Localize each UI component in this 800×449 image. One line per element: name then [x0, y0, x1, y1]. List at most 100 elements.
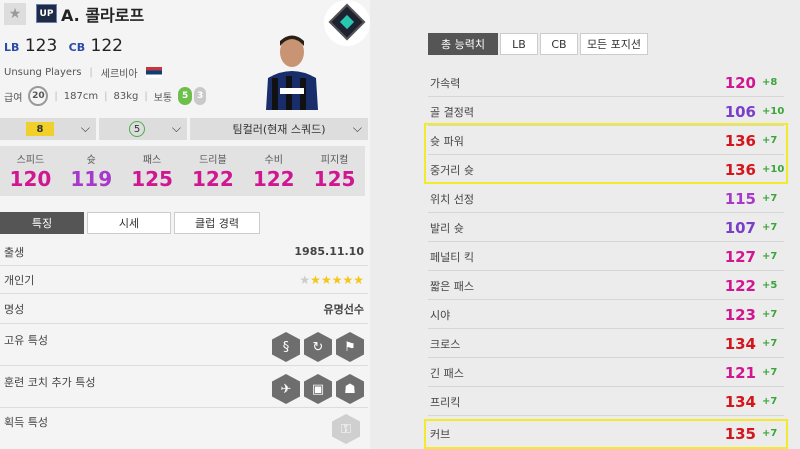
popularity-row: 개인기 ★★★★★★	[0, 266, 368, 294]
stat-row: 위치 선정 115 +7	[428, 185, 784, 213]
chevron-down-icon: ⌵	[80, 121, 90, 135]
stat-row-value: 135	[724, 424, 756, 443]
gem-icon	[328, 3, 366, 41]
stat-row-label: 긴 패스	[430, 366, 464, 380]
stat-row-label: 크로스	[430, 337, 461, 351]
player-name: A. 콜라로프	[61, 6, 145, 25]
player-portrait	[266, 35, 318, 110]
position-ovr: 123	[24, 36, 58, 56]
acquired-traits-row: 획득 특성 ⚿	[0, 408, 368, 448]
stat-row-value: 134	[724, 334, 756, 353]
fame-row: 명성 유명선수	[0, 294, 368, 324]
skill-value: 5	[129, 121, 145, 137]
stat-value: 120	[9, 167, 52, 191]
stat-row: 프리킥 134 +7	[428, 388, 784, 416]
trait-icon[interactable]: ▣	[304, 374, 332, 404]
trait-icon[interactable]: ⚑	[336, 332, 364, 362]
star-icon: ★	[331, 272, 343, 287]
level-value: 8	[26, 122, 54, 136]
birth-label: 출생	[4, 245, 25, 259]
stat-value: 125	[313, 167, 356, 191]
stat-row-bonus: +7	[762, 367, 778, 378]
weight: 83kg	[113, 90, 139, 102]
stat-row-value: 123	[724, 305, 756, 324]
stat-row-bonus: +8	[762, 77, 778, 88]
position-ratings: LB 123 CB 122	[4, 36, 123, 56]
stat-row-label: 짧은 패스	[430, 279, 474, 293]
skill-select[interactable]: 5 ⌵	[99, 118, 187, 140]
position-label: CB	[68, 41, 86, 54]
stat-tabs: 총 능력치 LB CB 모든 포지션	[428, 33, 648, 55]
stat-row-bonus: +7	[762, 309, 778, 320]
unique-traits-row: 고유 특성 § ↻ ⚑	[0, 324, 368, 366]
stat-label: 패스	[142, 155, 162, 166]
coach-traits-row: 훈련 코치 추가 특성 ✈ ▣ ☗	[0, 366, 368, 408]
popularity-label: 개인기	[4, 273, 35, 287]
stat-row-value: 106	[724, 102, 756, 121]
birth-row: 출생 1985.11.10	[0, 238, 368, 266]
tab-lb[interactable]: LB	[500, 33, 538, 55]
stat-row-label: 시야	[430, 308, 451, 322]
stat-row-bonus: +7	[762, 135, 778, 146]
stat-pass: 패스 125	[122, 146, 183, 196]
trait-icon[interactable]: ☗	[336, 374, 364, 404]
level-select[interactable]: 8 ⌵	[0, 118, 96, 140]
favorite-star-icon[interactable]: ★	[4, 3, 26, 25]
stat-row: 시야 123 +7	[428, 301, 784, 329]
height: 187cm	[63, 90, 99, 102]
tab-total-stats[interactable]: 총 능력치	[428, 33, 498, 55]
trait-icon[interactable]: ✈	[272, 374, 300, 404]
stat-row-value: 122	[724, 276, 756, 295]
tab-traits[interactable]: 특징	[0, 212, 84, 234]
stat-row-value: 107	[724, 218, 756, 237]
stat-speed: 스피드 120	[0, 146, 61, 196]
stat-physical: 피지컬 125	[304, 146, 365, 196]
team-name: Unsung Players	[4, 67, 82, 78]
stat-defense: 수비 122	[243, 146, 304, 196]
stat-label: 드리블	[199, 155, 227, 166]
stat-dribble: 드리블 122	[182, 146, 243, 196]
stat-value: 122	[252, 167, 295, 191]
stat-row-bonus: +10	[762, 106, 785, 117]
stat-row-value: 120	[724, 73, 756, 92]
pay-label: 급여	[4, 92, 23, 104]
stat-row: 긴 패스 121 +7	[428, 359, 784, 387]
tab-price[interactable]: 시세	[87, 212, 171, 234]
stat-label: 수비	[264, 155, 283, 166]
star-icon: ★	[353, 272, 364, 287]
skill-move-badge: 5	[178, 87, 193, 105]
stat-row: 가속력 120 +8	[428, 69, 784, 97]
stat-row-label: 골 결정력	[430, 105, 474, 119]
trait-icon[interactable]: ↻	[304, 332, 332, 362]
unique-traits-icons: § ↻ ⚑	[268, 332, 364, 362]
stat-row-bonus: +7	[762, 193, 778, 204]
weak-foot-badge: 3	[194, 87, 207, 105]
star-icon: ★	[299, 272, 311, 287]
stat-row-label: 중거리 슛	[430, 163, 474, 177]
fame-label: 명성	[4, 302, 25, 316]
stat-row: 발리 슛 107 +7	[428, 214, 784, 242]
nation-name: 세르비아	[100, 69, 138, 80]
stat-row: 짧은 패스 122 +5	[428, 272, 784, 300]
stat-shot: 슛 119	[61, 146, 122, 196]
lock-icon[interactable]: ⚿	[332, 414, 360, 444]
stat-label: 슛	[86, 155, 96, 166]
coach-traits-label: 훈련 코치 추가 특성	[4, 376, 96, 389]
stat-row-value: 121	[724, 363, 756, 382]
stat-row-bonus: +7	[762, 251, 778, 262]
position-label: LB	[4, 41, 20, 54]
season-badge: UP	[36, 4, 57, 23]
stat-value: 122	[192, 167, 234, 191]
stat-row-bonus: +7	[762, 396, 778, 407]
teamcolor-select[interactable]: 팀컬러(현재 스쿼드) ⌵	[190, 118, 368, 140]
body-type: 보통	[153, 92, 173, 104]
stat-row: 크로스 134 +7	[428, 330, 784, 358]
stat-row-label: 위치 선정	[430, 192, 474, 206]
stat-row: 슛 파워 136 +7	[428, 127, 784, 155]
stat-row: 중거리 슛 136 +10	[428, 156, 784, 184]
pay-badge: 20	[28, 86, 49, 106]
trait-icon[interactable]: §	[272, 332, 300, 362]
tab-cb[interactable]: CB	[540, 33, 578, 55]
tab-all-positions[interactable]: 모든 포지션	[580, 33, 648, 55]
tab-club-history[interactable]: 클럽 경력	[174, 212, 260, 234]
